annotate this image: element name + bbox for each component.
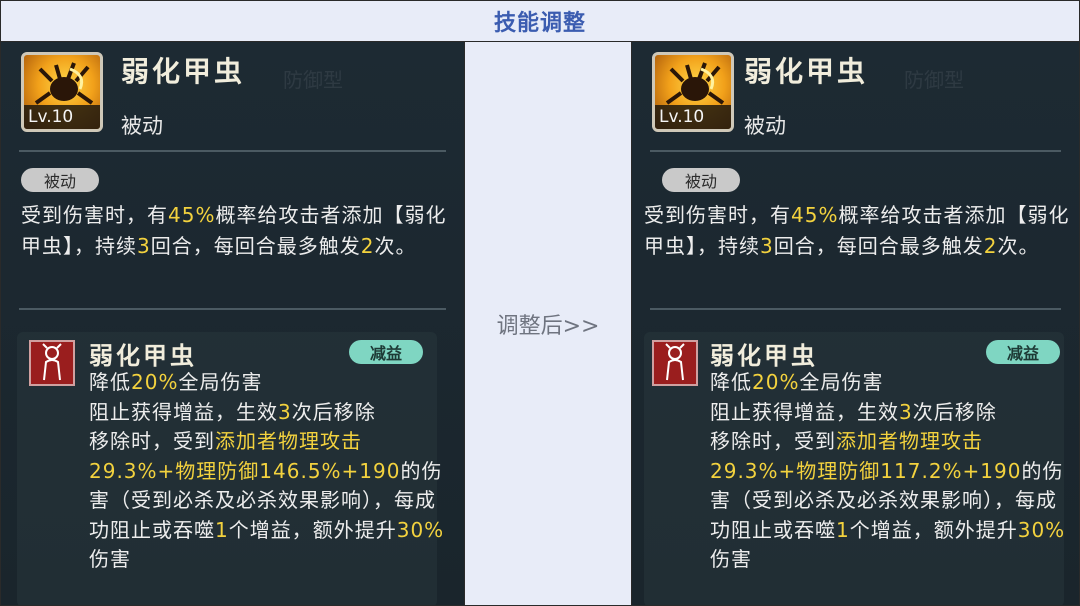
skill-name: 弱化甲虫 bbox=[121, 55, 246, 88]
adjusted-label: 调整后>> bbox=[496, 313, 600, 339]
section-title: 技能调整 bbox=[493, 11, 586, 36]
beetle-skill-icon: Lv.10 bbox=[21, 52, 103, 132]
skill-description: 受到伤害时，有45%概率给攻击者添加【弱化甲虫】，持续3回合，每回合最多触发2次… bbox=[21, 203, 447, 258]
section-header: 技能调整 bbox=[0, 0, 1080, 42]
effect-name: 弱化甲虫 bbox=[89, 342, 197, 370]
divider bbox=[19, 308, 446, 310]
debuff-figure-icon bbox=[652, 340, 698, 386]
divider bbox=[650, 308, 1061, 310]
passive-tag: 被动 bbox=[21, 168, 99, 192]
effect-box: 弱化甲虫 减益 降低20%全局伤害 阻止获得增益，生效3次后移除 移除时，受到添加者… bbox=[17, 332, 443, 605]
passive-tag: 被动 bbox=[662, 168, 740, 192]
skill-type: 被动 bbox=[744, 114, 786, 138]
divider bbox=[19, 150, 446, 152]
effect-description: 降低20%全局伤害 阻止获得增益，生效3次后移除 移除时，受到添加者物理攻击29.3… bbox=[89, 370, 445, 571]
divider bbox=[650, 150, 1061, 152]
effect-box: 弱化甲虫 减益 降低20%全局伤害 阻止获得增益，生效3次后移除 移除时，受到添加者… bbox=[644, 332, 1066, 605]
skill-card-after: 防御型 Lv.10 弱化甲虫 被动 被动 受到伤害时，有45%概率给攻击者添加【… bbox=[631, 41, 1080, 606]
skill-type: 被动 bbox=[121, 114, 163, 138]
debuff-tag: 减益 bbox=[986, 340, 1060, 364]
adjusted-arrow-label: 调整后>> bbox=[465, 41, 631, 606]
skill-level: Lv.10 bbox=[655, 105, 731, 129]
debuff-figure-icon bbox=[29, 340, 75, 386]
effect-name: 弱化甲虫 bbox=[710, 342, 818, 370]
effect-description: 降低20%全局伤害 阻止获得增益，生效3次后移除 移除时，受到添加者物理攻击29.3… bbox=[710, 370, 1066, 571]
skill-card-before: 防御型 Lv.10 弱化甲虫 被动 被动 受到伤害时，有45%概率给攻击者添加【… bbox=[0, 41, 465, 606]
skill-name: 弱化甲虫 bbox=[744, 55, 869, 88]
skill-description: 受到伤害时，有45%概率给攻击者添加【弱化甲虫】，持续3回合，每回合最多触发2次… bbox=[644, 203, 1070, 258]
background-label: 防御型 bbox=[283, 68, 343, 92]
skill-level: Lv.10 bbox=[24, 105, 100, 129]
beetle-skill-icon: Lv.10 bbox=[652, 52, 734, 132]
debuff-tag: 减益 bbox=[349, 340, 423, 364]
background-label: 防御型 bbox=[904, 68, 964, 92]
